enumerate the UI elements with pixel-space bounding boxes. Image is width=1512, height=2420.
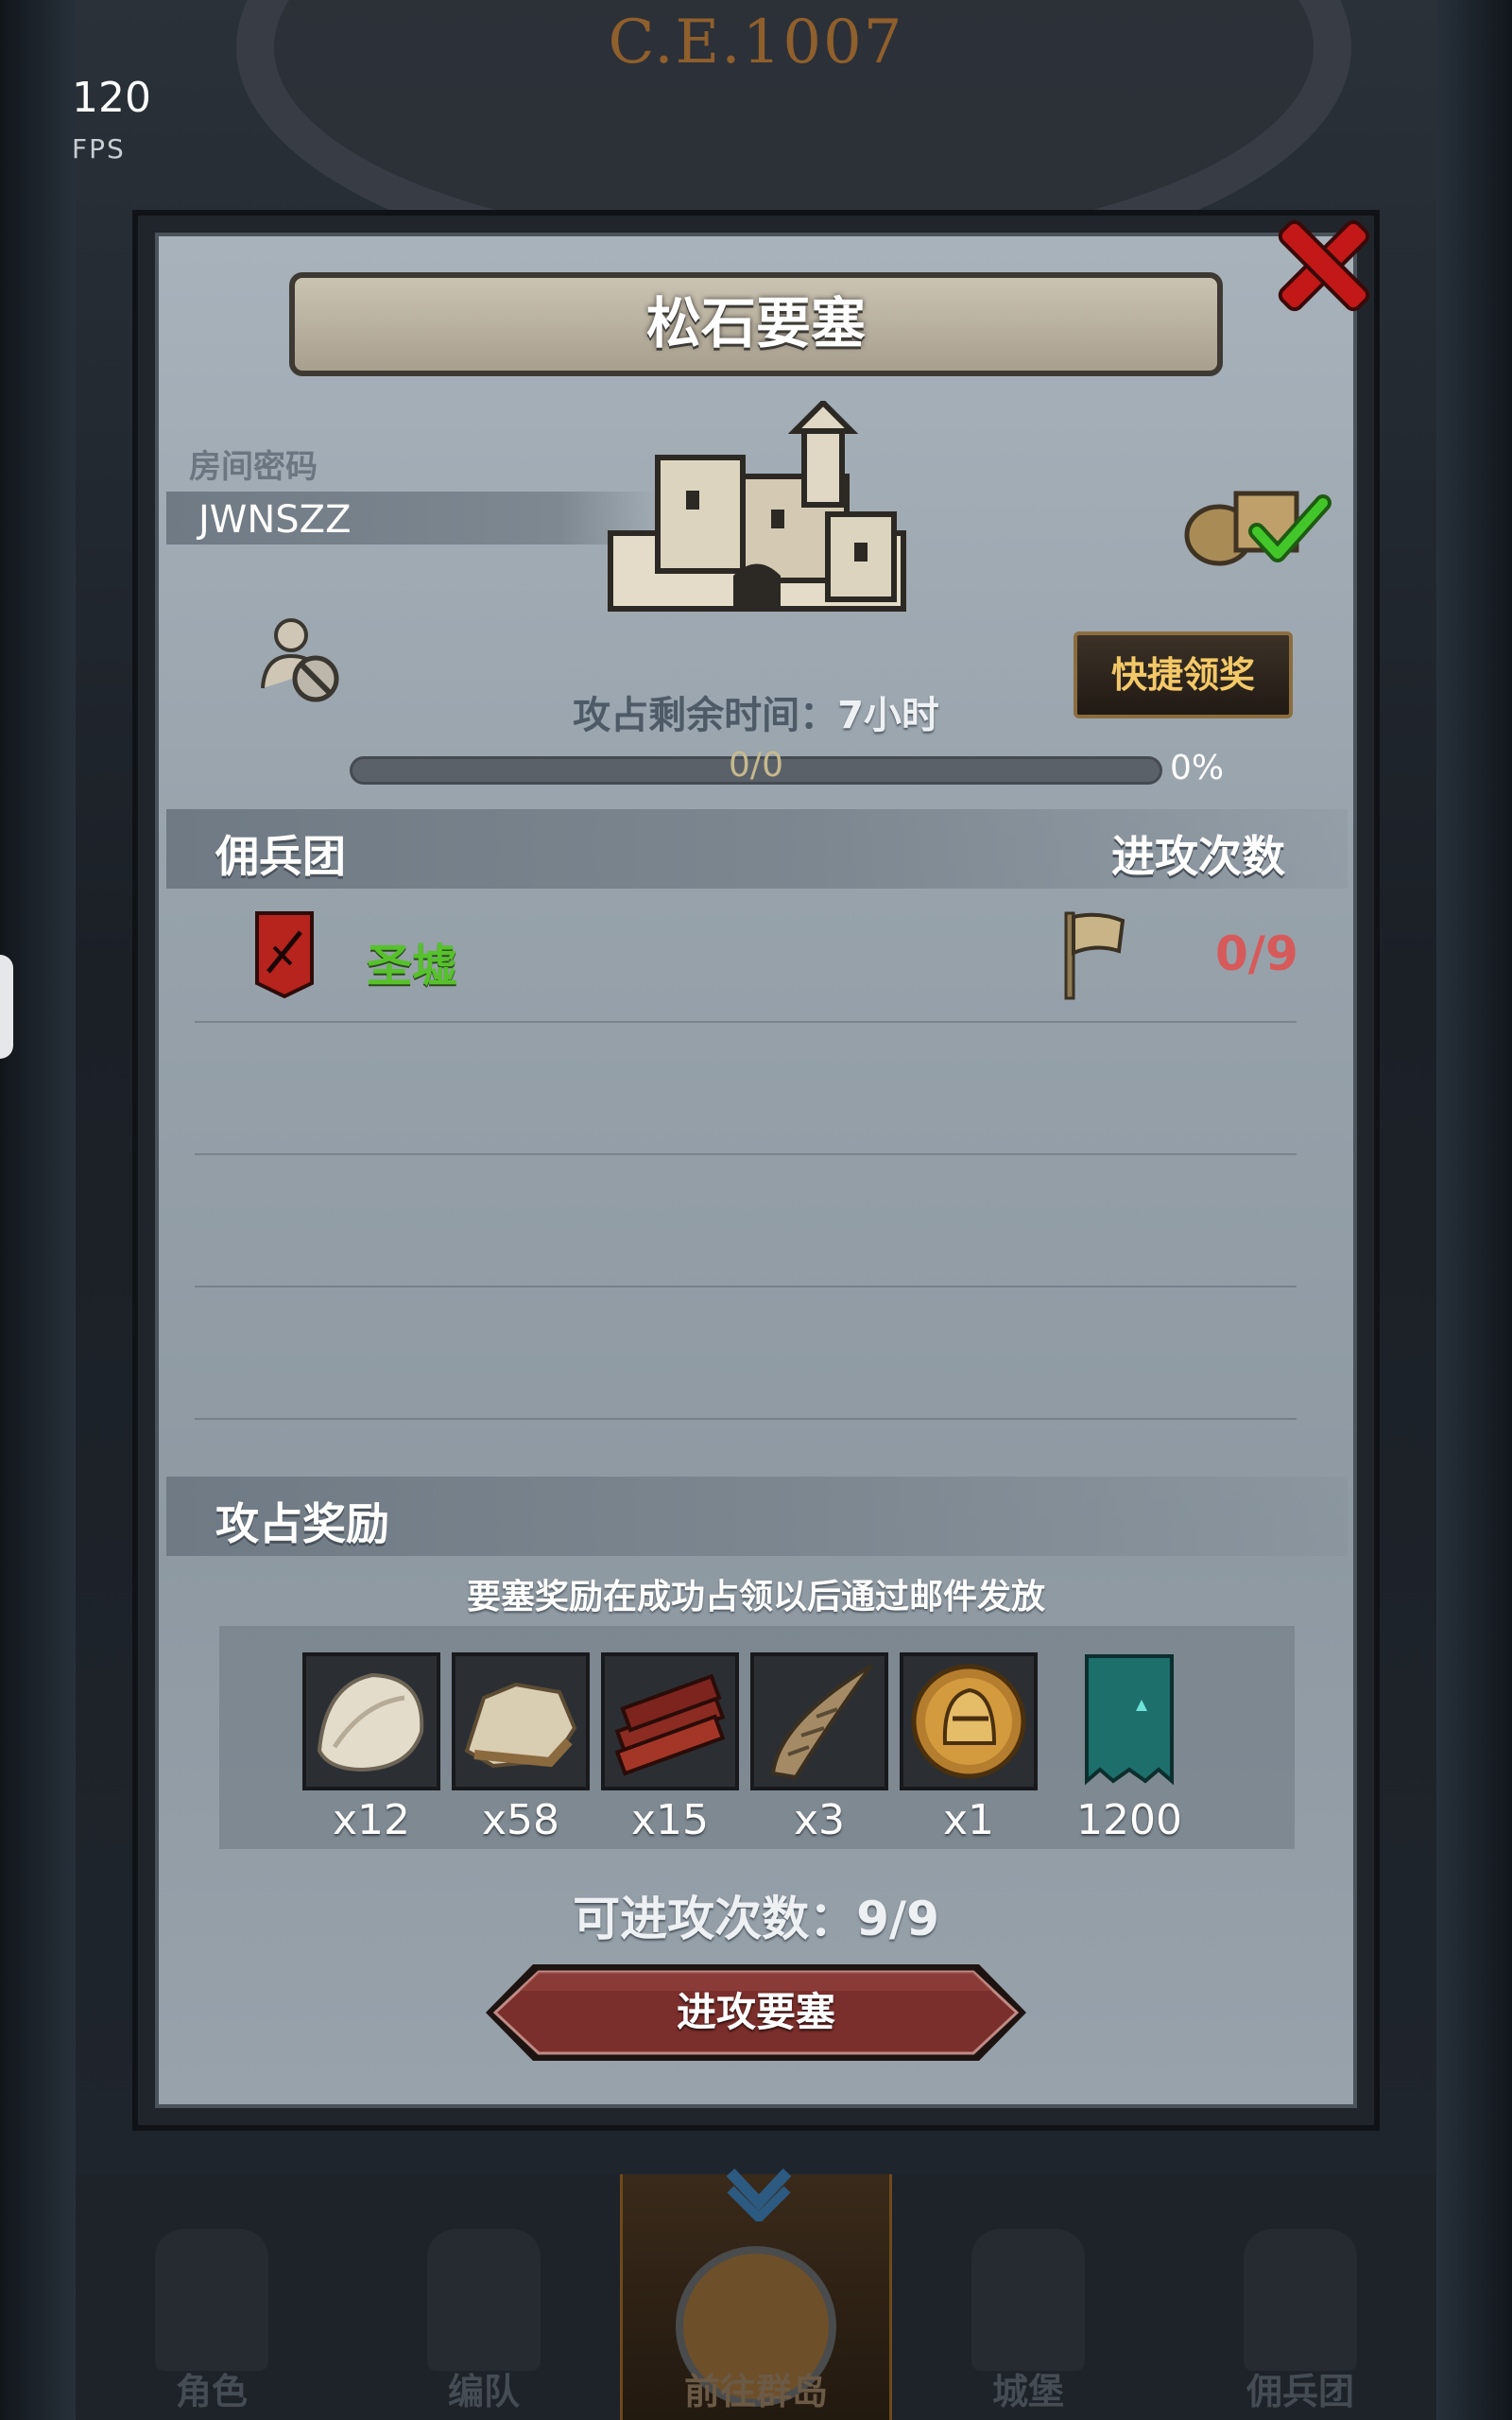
room-password-label: 房间密码 bbox=[189, 448, 318, 486]
capture-progress-text: 0/0 bbox=[729, 746, 783, 785]
claim-done-icon[interactable] bbox=[1181, 475, 1332, 569]
reward-qty: 1200 bbox=[1076, 1796, 1182, 1844]
flag-icon bbox=[1064, 911, 1125, 1000]
nav-label: 前往群岛 bbox=[683, 2371, 828, 2412]
attack-count-header: 进攻次数 bbox=[1111, 831, 1285, 882]
close-button[interactable] bbox=[1266, 206, 1380, 320]
nav-label: 编队 bbox=[447, 2371, 520, 2412]
castle-tower-icon bbox=[971, 2229, 1085, 2371]
nav-mercenary[interactable]: 佣兵团 bbox=[1164, 2174, 1436, 2420]
reward-item[interactable]: x1 bbox=[900, 1652, 1038, 1844]
bottom-nav: 角色 编队 前往群岛 城堡 佣兵团 bbox=[76, 2168, 1436, 2420]
reward-qty: x15 bbox=[630, 1796, 710, 1844]
mercenary-section-title: 佣兵团 bbox=[215, 831, 346, 882]
guild-banner-icon bbox=[1060, 1652, 1198, 1790]
helmet-icon bbox=[427, 2229, 541, 2371]
guild-emblem-icon bbox=[255, 911, 314, 998]
fortress-title: 松石要塞 bbox=[289, 272, 1223, 376]
capture-progress-bar: 0/0 bbox=[350, 746, 1162, 785]
era-label: C.E.1007 bbox=[608, 8, 904, 78]
reward-qty: x1 bbox=[942, 1796, 995, 1844]
fps-counter: 120 FPS bbox=[72, 78, 151, 170]
row-divider bbox=[195, 1418, 1297, 1420]
guild-name[interactable]: 圣墟 bbox=[367, 928, 457, 994]
reward-qty: x12 bbox=[332, 1796, 411, 1844]
nav-islands[interactable]: 前往群岛 bbox=[620, 2168, 892, 2420]
fps-value: 120 bbox=[72, 74, 151, 122]
rewards-section-title: 攻占奖励 bbox=[215, 1498, 389, 1549]
row-divider bbox=[195, 1153, 1297, 1155]
available-attempts: 可进攻次数：9/9 bbox=[0, 1881, 1512, 1949]
guild-attack-count: 0/9 bbox=[1215, 926, 1298, 981]
castle-icon bbox=[608, 401, 906, 612]
reward-item[interactable]: x15 bbox=[601, 1652, 739, 1844]
right-border bbox=[1436, 0, 1512, 2420]
row-divider bbox=[195, 1021, 1297, 1023]
knight-icon bbox=[155, 2229, 268, 2371]
left-border bbox=[0, 0, 76, 2420]
remaining-time-value: 7小时 bbox=[837, 694, 939, 737]
fur-icon bbox=[302, 1652, 440, 1790]
available-attempts-label: 可进攻次数： bbox=[573, 1892, 857, 1946]
reward-note: 要塞奖励在成功占领以后通过邮件发放 bbox=[466, 1578, 1045, 1616]
reward-qty: x3 bbox=[793, 1796, 846, 1844]
available-attempts-value: 9/9 bbox=[856, 1892, 939, 1946]
knight-helmet-coin-icon bbox=[900, 1652, 1038, 1790]
wood-planks-icon bbox=[601, 1652, 739, 1790]
capture-progress-percent: 0% bbox=[1170, 749, 1225, 787]
horn-icon bbox=[750, 1652, 888, 1790]
nav-formation[interactable]: 编队 bbox=[348, 2174, 620, 2420]
banner-knight-icon bbox=[1244, 2229, 1357, 2371]
room-code: JWNSZZ bbox=[198, 498, 352, 542]
attack-fortress-button[interactable]: 进攻要塞 bbox=[482, 1961, 1030, 2065]
nav-label: 角色 bbox=[175, 2371, 248, 2412]
remaining-time: 攻占剩余时间：7小时 bbox=[0, 684, 1512, 739]
chevron-down-icon bbox=[727, 2168, 791, 2221]
nav-character[interactable]: 角色 bbox=[76, 2174, 348, 2420]
reward-item[interactable]: x12 bbox=[302, 1652, 440, 1844]
hide-icon bbox=[452, 1652, 590, 1790]
reward-item[interactable]: x58 bbox=[452, 1652, 590, 1844]
side-drawer-tab[interactable] bbox=[0, 955, 13, 1059]
attack-fortress-label: 进攻要塞 bbox=[676, 1989, 835, 2035]
reward-item[interactable]: 1200 bbox=[1060, 1652, 1198, 1844]
remaining-time-label: 攻占剩余时间： bbox=[573, 694, 838, 737]
row-divider bbox=[195, 1286, 1297, 1288]
nav-castle[interactable]: 城堡 bbox=[892, 2174, 1164, 2420]
nav-label: 城堡 bbox=[991, 2371, 1064, 2412]
reward-item[interactable]: x3 bbox=[750, 1652, 888, 1844]
nav-label: 佣兵团 bbox=[1246, 2371, 1354, 2412]
reward-qty: x58 bbox=[481, 1796, 560, 1844]
fps-label: FPS bbox=[72, 133, 126, 164]
